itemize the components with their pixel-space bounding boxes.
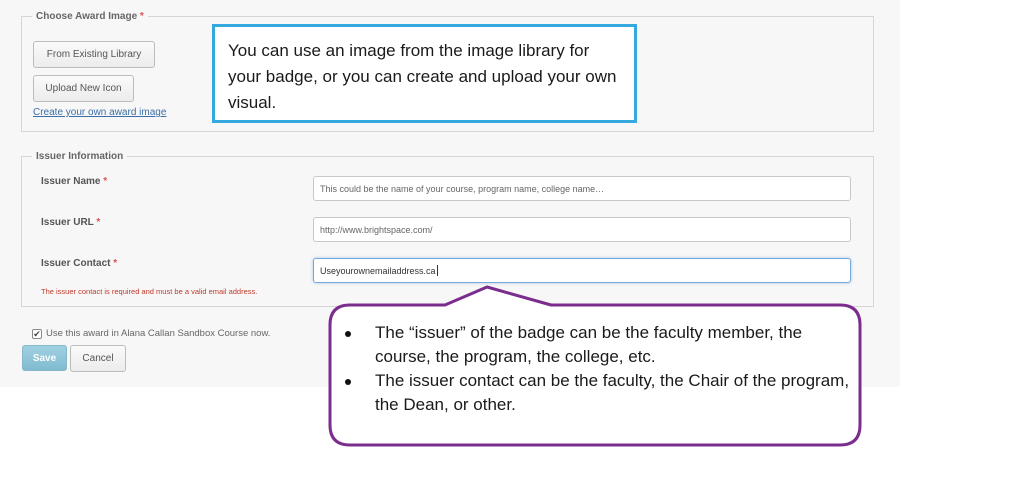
issuer-callout-bubble	[328, 285, 862, 447]
bullet-icon	[345, 379, 351, 385]
issuer-callout-item-text: The “issuer” of the badge can be the fac…	[375, 323, 803, 366]
issuer-callout-item-text: The issuer contact can be the faculty, t…	[375, 371, 850, 414]
issuer-callout-item: The issuer contact can be the faculty, t…	[345, 369, 850, 417]
issuer-callout-item: The “issuer” of the badge can be the fac…	[345, 321, 850, 369]
issuer-callout-list: The “issuer” of the badge can be the fac…	[345, 321, 850, 417]
bullet-icon	[345, 331, 351, 337]
